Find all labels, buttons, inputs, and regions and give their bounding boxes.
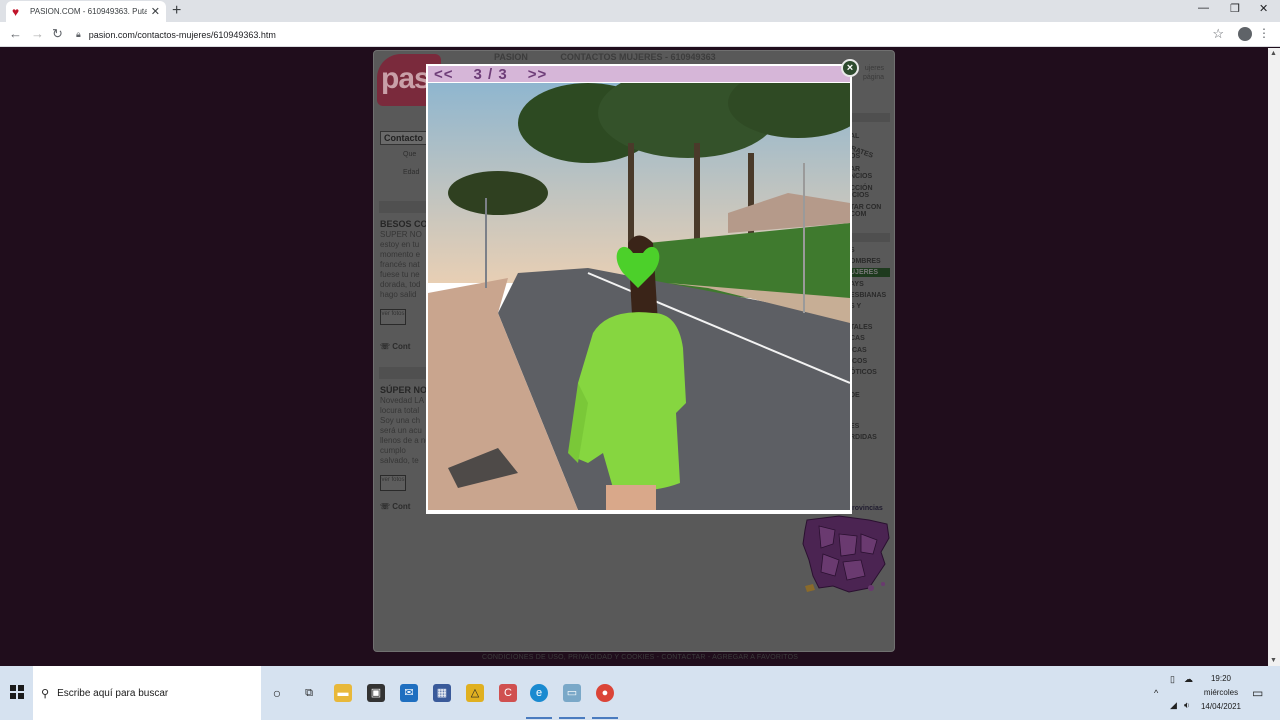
bookmark-star-icon[interactable]: ☆: [1212, 26, 1224, 42]
phone-icon: ☏: [380, 342, 391, 351]
header-right-links: ujeres página: [863, 64, 884, 82]
header-brand: PASION: [494, 52, 528, 62]
mail-icon[interactable]: ✉: [400, 684, 418, 702]
filter-title: Contacto: [380, 131, 427, 145]
ad-text: Novedad LA locura total Soy una ch será …: [380, 396, 430, 465]
spain-map[interactable]: [799, 514, 891, 596]
app-running-indicator: [559, 717, 585, 719]
clock-day: miércoles: [1203, 688, 1239, 697]
taskbar-clock[interactable]: 19:20 miércoles 14/04/2021: [1196, 672, 1246, 714]
sidebar-item-active[interactable]: UJERES: [850, 268, 890, 277]
browser-toolbar: ← → ↻ 🔒︎ pasion.com/contactos-mujeres/61…: [0, 22, 1280, 47]
menu-dots-icon[interactable]: ⋮: [1258, 26, 1270, 40]
ver-fotos-button[interactable]: ver fotos: [380, 309, 406, 325]
search-placeholder: Escribe aquí para buscar: [57, 687, 169, 699]
edge-icon[interactable]: e: [530, 684, 548, 702]
photo-counter: 3 / 3: [473, 65, 508, 83]
contact-label: Cont: [392, 502, 411, 511]
sidebar-item[interactable]: RDIDAS: [850, 434, 877, 442]
sidebar-item[interactable]: NCIOS: [850, 173, 872, 181]
app-generic-icon[interactable]: ▭: [563, 684, 581, 702]
filter-que-label: Que: [403, 151, 417, 158]
tray-device-icon[interactable]: ▯: [1170, 674, 1175, 685]
reload-icon[interactable]: ↻: [52, 26, 63, 42]
forward-icon[interactable]: →: [31, 26, 44, 41]
address-bar[interactable]: 🔒︎ pasion.com/contactos-mujeres/61094936…: [76, 25, 1226, 44]
ad-title[interactable]: BESOS CO: [380, 219, 428, 229]
browser-tab[interactable]: ♥ PASION.COM - 610949363. Puta ✕: [6, 1, 166, 22]
site-header: PASION CONTACTOS MUJERES - 610949363: [494, 52, 716, 62]
app-triangle-icon[interactable]: △: [466, 684, 484, 702]
windows-start-icon[interactable]: [10, 685, 24, 699]
network-icon[interactable]: ◢: [1170, 700, 1177, 711]
sidebar-item[interactable]: TALES: [850, 324, 872, 332]
header-section: CONTACTOS MUJERES - 610949363: [560, 52, 716, 62]
sidebar-item[interactable]: ICIOS: [850, 192, 869, 200]
tray-chevron-icon[interactable]: ^: [1154, 688, 1158, 698]
sidebar-item[interactable]: ICOS: [850, 358, 867, 366]
sidebar-bar: [850, 113, 890, 122]
sidebar-bar: [850, 233, 890, 242]
minimize-icon[interactable]: —: [1198, 2, 1209, 14]
scroll-up-icon[interactable]: ▲: [1270, 50, 1277, 57]
sidebar-item[interactable]: ÓTICOS: [850, 369, 877, 377]
ver-fotos-button[interactable]: ver fotos: [380, 475, 406, 491]
app-ccleaner-icon[interactable]: C: [499, 684, 517, 702]
photo-lightbox: << 3 / 3 >>: [426, 64, 852, 514]
heart-favicon-icon: ♥: [12, 4, 20, 19]
ad-text: SUPER NO estoy en tu momento e francés n…: [380, 230, 422, 299]
back-icon[interactable]: ←: [9, 26, 22, 41]
ad-title[interactable]: SÚPER NO: [380, 385, 427, 395]
header-right-1[interactable]: ujeres: [863, 64, 884, 73]
tab-strip: ♥ PASION.COM - 610949363. Puta ✕ + — ❐ ✕: [0, 0, 1280, 22]
scroll-down-icon[interactable]: ▼: [1270, 657, 1277, 664]
tab-close-icon[interactable]: ✕: [151, 5, 160, 18]
windows-taskbar: ⚲ Escribe aquí para buscar ○ ⧉ ▬ ▣ ✉ ▦ △…: [0, 666, 1280, 720]
sidebar-item[interactable]: AYS: [850, 281, 864, 289]
clock-date: 14/04/2021: [1200, 702, 1242, 711]
phone-icon: ☏: [380, 502, 391, 511]
window-close-icon[interactable]: ✕: [1259, 2, 1268, 15]
restore-icon[interactable]: ❐: [1230, 2, 1240, 15]
task-view-icon[interactable]: ⧉: [300, 684, 318, 702]
tab-title: PASION.COM - 610949363. Puta: [30, 7, 147, 16]
file-explorer-icon[interactable]: ▬: [334, 684, 352, 702]
new-tab-button[interactable]: +: [172, 2, 181, 20]
taskbar-search-input[interactable]: ⚲ Escribe aquí para buscar: [33, 666, 261, 720]
search-icon: ⚲: [41, 687, 50, 700]
sidebar-item[interactable]: ESBIANAS: [850, 292, 886, 300]
cortana-icon[interactable]: ○: [268, 684, 286, 702]
notification-icon[interactable]: ▭: [1252, 686, 1263, 700]
site-footer[interactable]: CONDICIONES DE USO, PRIVACIDAD Y COOKIES…: [482, 654, 798, 661]
lock-icon: 🔒︎: [76, 29, 81, 39]
chrome-icon[interactable]: ●: [596, 684, 614, 702]
sidebar-item[interactable]: COM: [850, 211, 866, 219]
profile-avatar-icon[interactable]: [1238, 27, 1252, 41]
photos-icon[interactable]: ▦: [433, 684, 451, 702]
contact-label: Cont: [392, 342, 411, 351]
contact-link[interactable]: ☏ Cont: [380, 502, 410, 511]
lightbox-nav-bar: << 3 / 3 >>: [428, 65, 850, 83]
edge-running-indicator: [526, 717, 552, 719]
provincias-label[interactable]: rovincias: [852, 505, 883, 512]
url-text: pasion.com/contactos-mujeres/610949363.h…: [88, 29, 276, 40]
contact-link[interactable]: ☏ Cont: [380, 342, 410, 351]
store-icon[interactable]: ▣: [367, 684, 385, 702]
filter-edad-label: Edad: [403, 169, 420, 176]
page-scrollbar[interactable]: ▲ ▼: [1268, 48, 1280, 666]
lightbox-close-button[interactable]: ×: [841, 59, 859, 77]
volume-icon[interactable]: 🔉︎: [1184, 700, 1190, 711]
sidebar-item[interactable]: CAS: [850, 335, 865, 343]
onedrive-icon[interactable]: ☁: [1184, 674, 1193, 685]
header-right-2[interactable]: página: [863, 73, 884, 82]
clock-time: 19:20: [1210, 674, 1232, 683]
lightbox-photo: [428, 83, 850, 510]
sidebar-item[interactable]: ICAS: [850, 347, 867, 355]
chrome-running-indicator: [592, 717, 618, 719]
sidebar-item[interactable]: OMBRES: [850, 258, 881, 266]
previous-photo-button[interactable]: <<: [434, 66, 454, 83]
next-photo-button[interactable]: >>: [528, 66, 548, 83]
